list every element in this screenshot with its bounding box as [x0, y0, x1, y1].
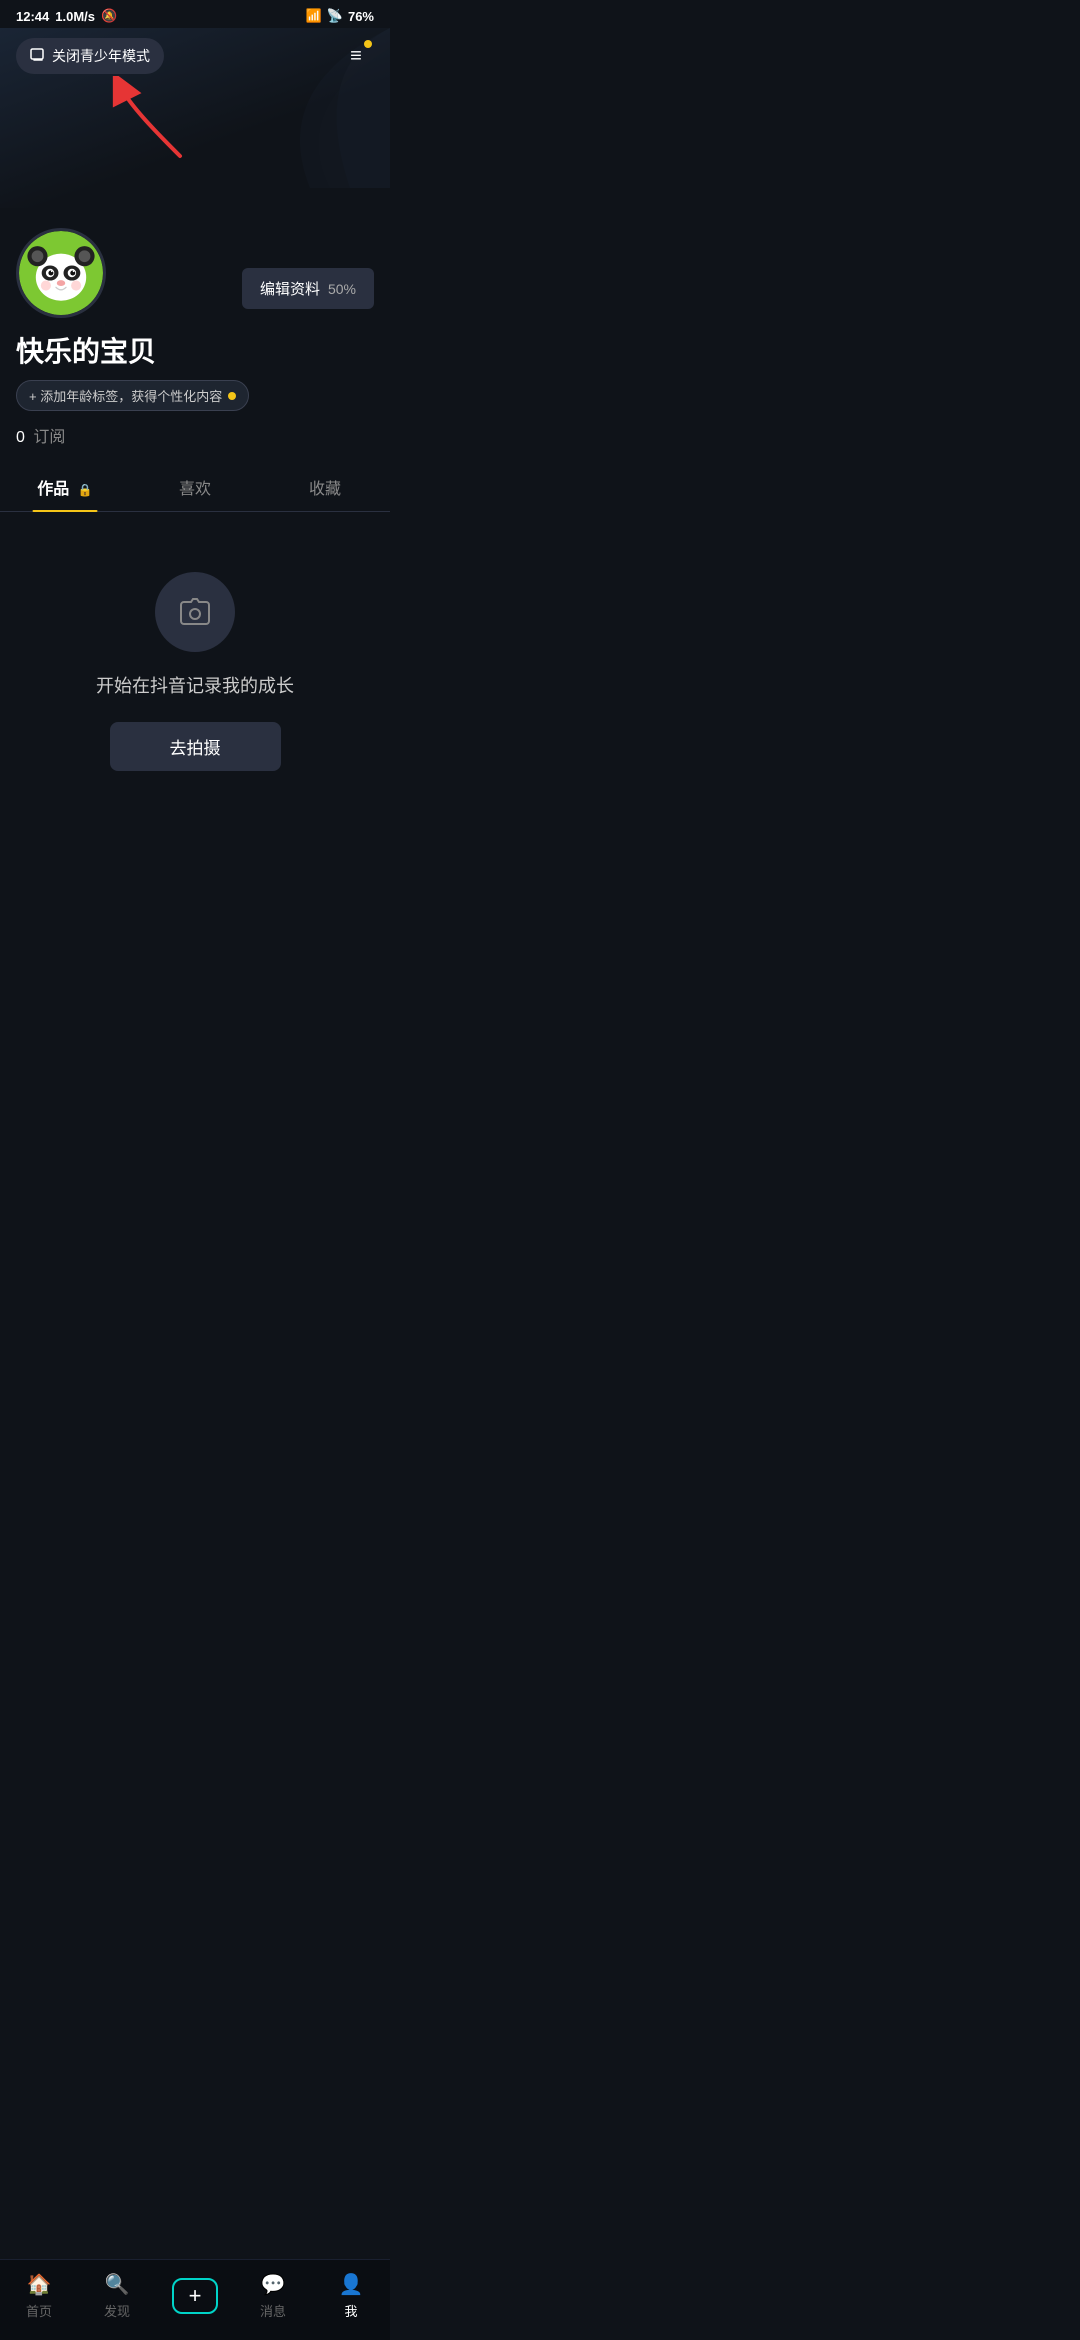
arrow-annotation: [100, 76, 200, 171]
age-tag-dot: [228, 392, 236, 400]
edit-profile-button[interactable]: 编辑资料 50%: [242, 268, 374, 309]
notification-icon: 🔕: [101, 8, 117, 24]
tab-works-label: 作品: [37, 481, 69, 498]
tab-likes-label: 喜欢: [179, 481, 211, 498]
profile-section: 编辑资料 50% 快乐的宝贝 + 添加年龄标签，获得个性化内容 0 订阅: [0, 208, 390, 447]
header-area: 关闭青少年模式 ≡: [0, 28, 390, 208]
empty-state-text: 开始在抖音记录我的成长: [96, 672, 294, 698]
menu-button[interactable]: ≡: [338, 38, 374, 74]
tab-favorites[interactable]: 收藏: [260, 463, 390, 511]
youth-mode-icon: [30, 47, 46, 66]
tabs-container: 作品 🔒 喜欢 收藏: [0, 463, 390, 512]
signal-icon: 📶: [306, 8, 322, 24]
age-tag-label: + 添加年龄标签，获得个性化内容: [29, 386, 222, 405]
camera-icon: [177, 594, 213, 630]
status-bar: 12:44 1.0M/s 🔕 📶 📡 76%: [0, 0, 390, 28]
edit-profile-label: 编辑资料: [260, 278, 320, 299]
shoot-button[interactable]: 去拍摄: [110, 722, 281, 771]
subscribe-count: 0 订阅: [16, 423, 374, 447]
time: 12:44: [16, 9, 49, 24]
profile-top: 编辑资料 50%: [16, 228, 374, 318]
tab-likes[interactable]: 喜欢: [130, 463, 260, 511]
youth-mode-button[interactable]: 关闭青少年模式: [16, 38, 164, 74]
tab-favorites-label: 收藏: [309, 481, 341, 498]
camera-circle: [155, 572, 235, 652]
youth-mode-label: 关闭青少年模式: [52, 46, 150, 66]
menu-notification-dot: [364, 40, 372, 48]
age-tag-button[interactable]: + 添加年龄标签，获得个性化内容: [16, 380, 249, 411]
username: 快乐的宝贝: [16, 330, 374, 370]
subscribe-label: 订阅: [33, 429, 65, 446]
status-left: 12:44 1.0M/s 🔕: [16, 8, 117, 24]
menu-icon: ≡: [350, 45, 362, 68]
top-nav: 关闭青少年模式 ≡: [16, 38, 374, 74]
battery: 76%: [348, 9, 374, 24]
status-right: 📶 📡 76%: [306, 8, 374, 24]
wifi-icon: 📡: [327, 8, 343, 24]
profile-completion: 50%: [328, 281, 356, 297]
network-speed: 1.0M/s: [55, 9, 95, 24]
tab-works[interactable]: 作品 🔒: [0, 463, 130, 511]
battery-level: 76%: [348, 9, 374, 24]
content-area: 开始在抖音记录我的成长 去拍摄: [0, 512, 390, 812]
lock-icon: 🔒: [78, 483, 93, 497]
avatar[interactable]: [16, 228, 106, 318]
subscribe-number: 0: [16, 429, 25, 446]
